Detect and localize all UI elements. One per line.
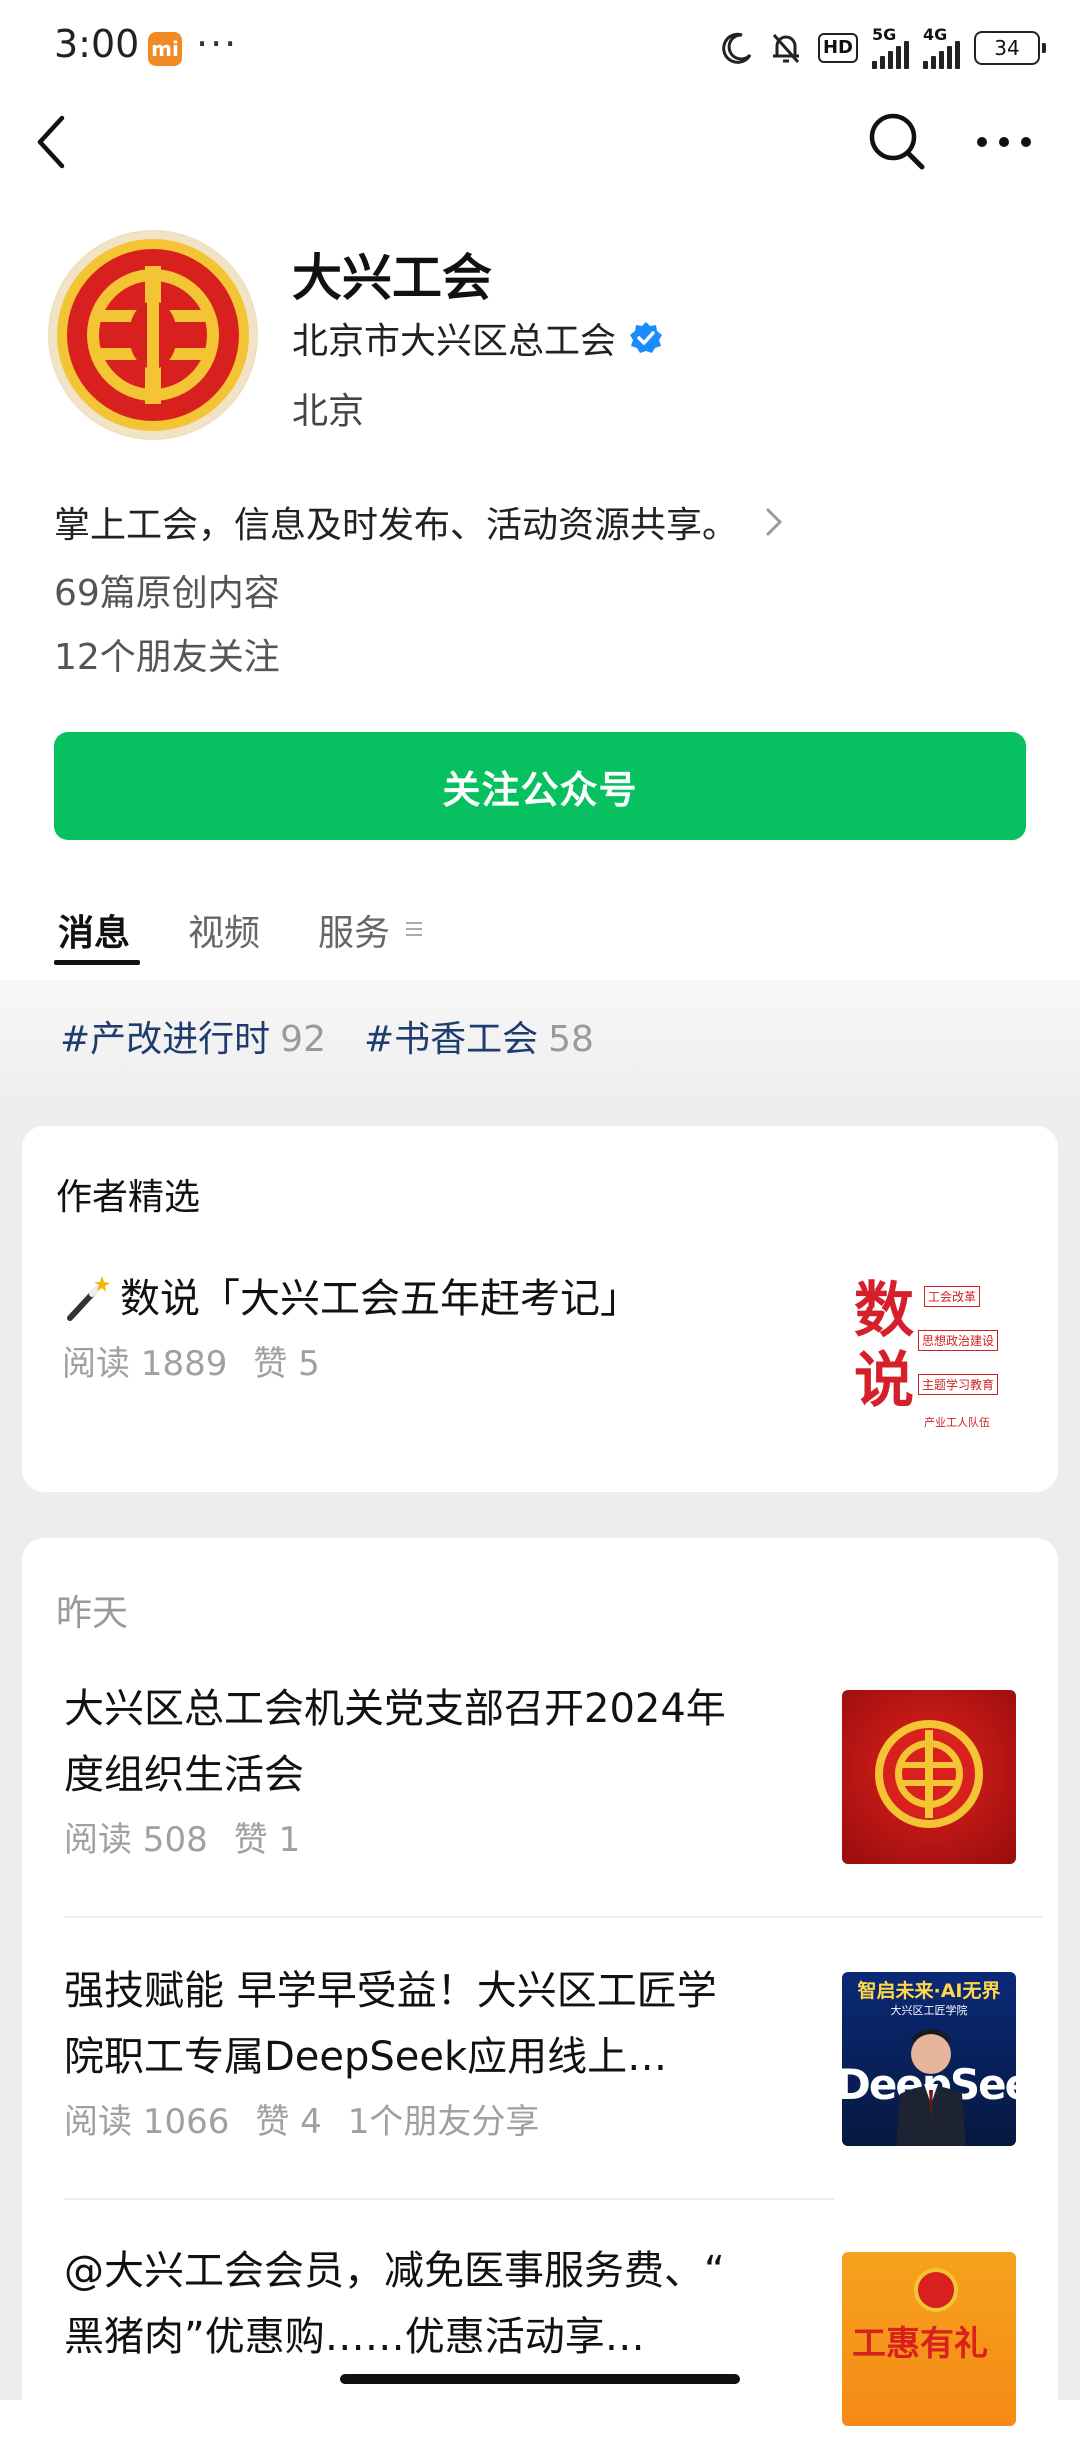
verified-badge-icon (630, 322, 663, 353)
article-meta: 阅读 508 赞 1 (64, 1820, 301, 1860)
do-not-disturb-moon-icon (722, 32, 752, 64)
feed-card: 昨天 大兴区总工会机关党支部召开2024年 度组织生活会 阅读 508 赞 1 … (22, 1538, 1058, 2438)
status-time: 3:00 (54, 22, 140, 66)
topic-tags: #产改进行时 92 #书香工会 58 (60, 1010, 594, 1062)
divider (64, 1916, 1042, 1918)
account-org[interactable]: 北京市大兴区总工会 (292, 312, 664, 364)
hd-voice-icon: HD (817, 33, 858, 63)
union-emblem-icon (914, 2268, 958, 2312)
divider (64, 2198, 834, 2200)
mute-bell-icon (772, 34, 800, 63)
article-thumbnail[interactable] (842, 1690, 1016, 1864)
status-icons: HD 5G 4G 34 (720, 26, 1046, 70)
feed-article[interactable]: @大兴工会会员，减免医事服务费、“ 黑猪肉”优惠购……优惠活动享… (64, 2238, 844, 2370)
union-emblem-avatar[interactable] (48, 230, 258, 440)
signal-5g-icon: 5G (872, 27, 909, 69)
follow-button[interactable]: 关注公众号 (54, 732, 1026, 840)
battery-icon: 34 (974, 31, 1046, 65)
topic-tag[interactable]: #产改进行时 92 (60, 1010, 326, 1062)
feed-article[interactable]: 大兴区总工会机关党支部召开2024年 度组织生活会 阅读 508 赞 1 (64, 1676, 844, 1861)
article-thumbnail[interactable]: 数说 工会改革 思想政治建设 主题学习教育 产业工人队伍 (852, 1270, 1026, 1444)
active-tab-indicator (54, 960, 140, 965)
account-description[interactable]: 掌上工会，信息及时发布、活动资源共享。 (54, 496, 784, 548)
topic-tag[interactable]: #书香工会 58 (364, 1010, 594, 1062)
menu-lines-icon (406, 922, 422, 936)
more-notifications-icon: ··· (196, 22, 239, 66)
article-meta: 阅读 1066 赞 4 1个朋友分享 (64, 2102, 540, 2142)
account-name: 大兴工会 (292, 249, 492, 307)
back-arrow-icon[interactable] (30, 112, 74, 172)
feed-date-label: 昨天 (56, 1593, 129, 1634)
chevron-right-icon (766, 508, 783, 536)
mi-notification-icon: mi (148, 32, 182, 66)
tab-messages[interactable]: 消息 (58, 904, 130, 956)
tab-services[interactable]: 服务 (318, 904, 390, 956)
article-thumbnail[interactable]: 智启未来·AI无界 大兴区工匠学院 DeepSeek (842, 1972, 1016, 2146)
friends-following-count[interactable]: 12个朋友关注 (54, 628, 280, 680)
article-meta: 阅读 1889 赞 5 (62, 1344, 320, 1384)
article-title: 数说「大兴工会五年赶考记」 (62, 1266, 842, 1332)
more-options-icon[interactable] (972, 122, 1036, 162)
article-title-line: 度组织生活会 (64, 1752, 304, 1798)
featured-heading: 作者精选 (56, 1177, 201, 1218)
org-name: 北京市大兴区总工会 (292, 321, 617, 362)
home-indicator[interactable] (340, 2374, 740, 2384)
account-city: 北京 (292, 391, 365, 432)
speaker-portrait (896, 2029, 966, 2146)
magic-wand-icon (67, 1276, 110, 1321)
article-title-line: 强技赋能 早学早受益！大兴区工匠学 (64, 1968, 717, 2014)
article-title-line: 黑猪肉”优惠购……优惠活动享… (64, 2314, 645, 2360)
featured-article[interactable]: 数说「大兴工会五年赶考记」 阅读 1889 赞 5 (62, 1266, 842, 1385)
description-text: 掌上工会，信息及时发布、活动资源共享。 (54, 505, 739, 546)
article-title-line: 院职工专属DeepSeek应用线上… (64, 2034, 668, 2080)
original-content-count: 69篇原创内容 (54, 573, 280, 614)
article-title-line: 大兴区总工会机关党支部召开2024年 (64, 1686, 726, 1732)
feed-article[interactable]: 强技赋能 早学早受益！大兴区工匠学 院职工专属DeepSeek应用线上… 阅读 … (64, 1958, 844, 2143)
tab-videos[interactable]: 视频 (188, 904, 260, 956)
search-icon[interactable] (866, 110, 928, 172)
article-title-line: @大兴工会会员，减免医事服务费、“ (64, 2248, 725, 2294)
signal-4g-icon: 4G (923, 27, 960, 69)
featured-card: 作者精选 数说「大兴工会五年赶考记」 阅读 1889 赞 5 数说 工会改革 思… (22, 1126, 1058, 1492)
